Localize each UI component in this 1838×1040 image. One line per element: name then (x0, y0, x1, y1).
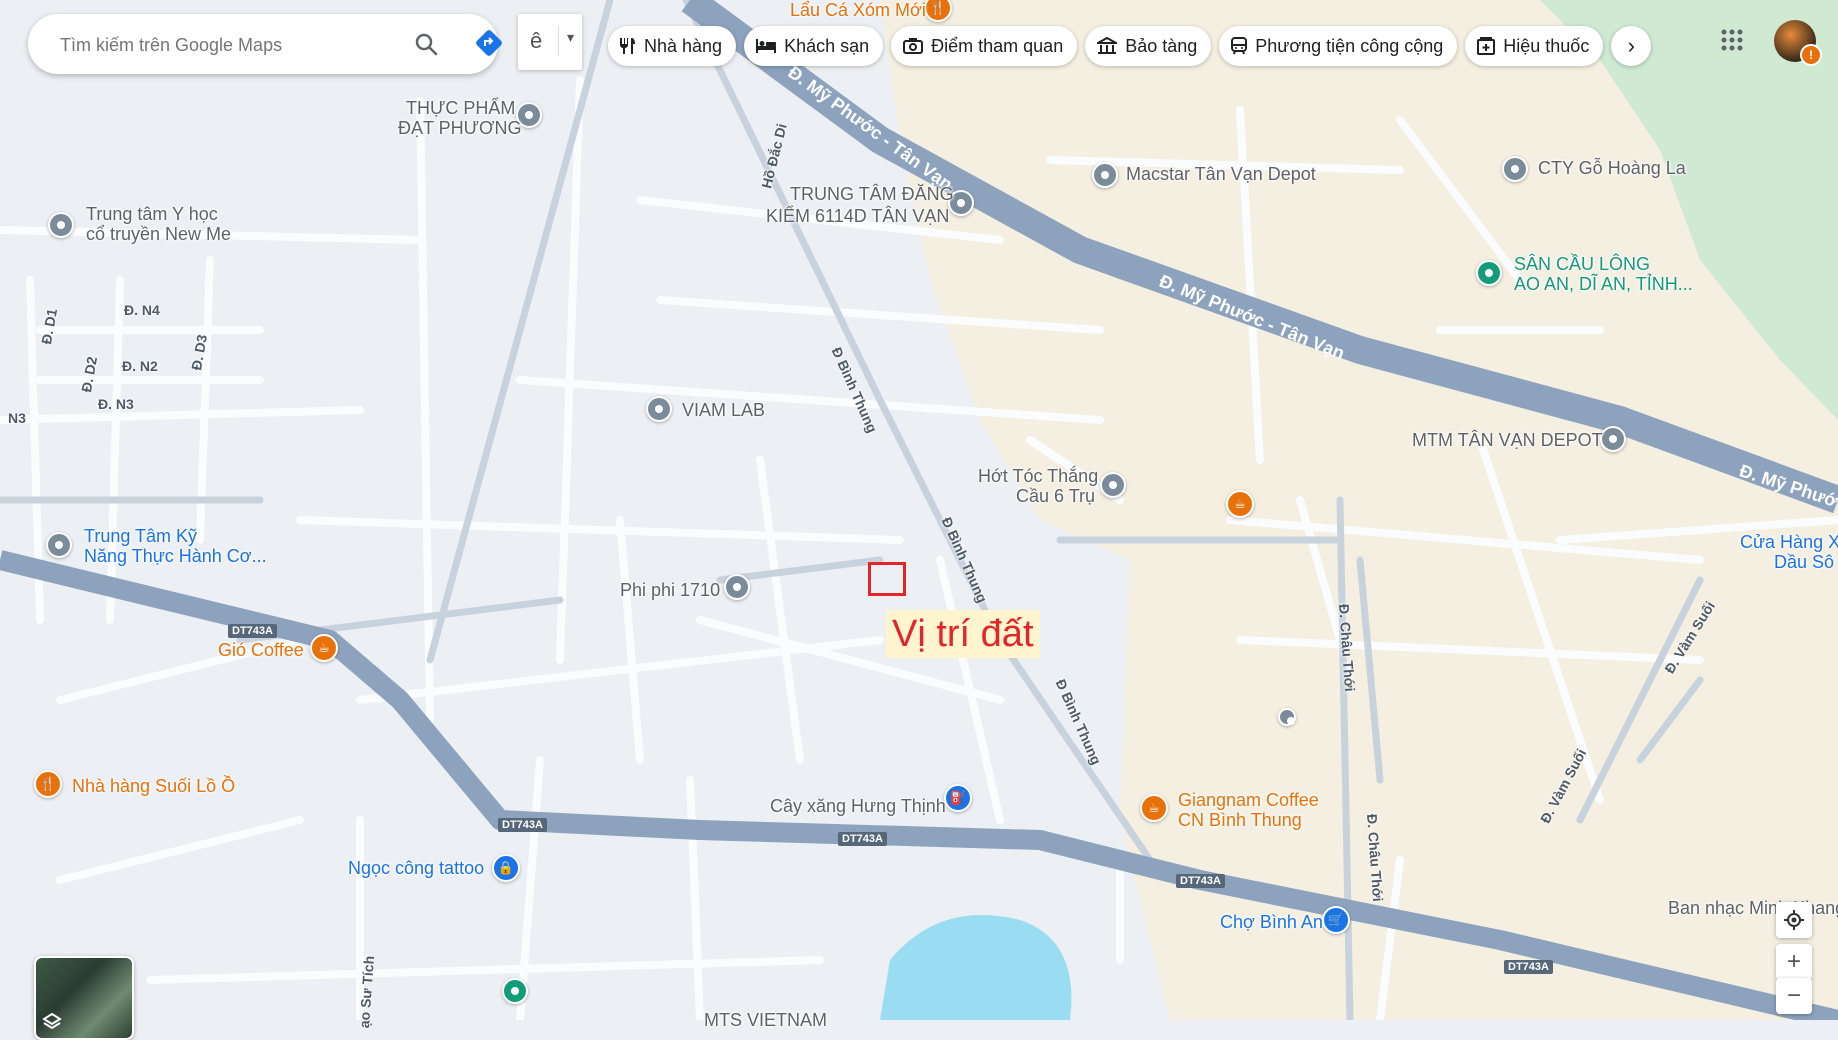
poi-nha-hang-suoi[interactable]: Nhà hàng Suối Lồ Ồ (72, 776, 235, 797)
minus-icon: − (1786, 982, 1801, 1009)
camera-icon (903, 38, 924, 54)
layers-icon (42, 1012, 62, 1030)
route-shield: DT743A (838, 832, 887, 846)
poi-hot-toc-1[interactable]: Hớt Tóc Thắng (978, 466, 1098, 487)
chip-hotels[interactable]: Khách sạn (744, 26, 884, 66)
poi-phi-phi[interactable]: Phi phi 1710 (620, 580, 720, 601)
my-location-button[interactable] (1776, 902, 1812, 938)
chip-label: Bảo tàng (1125, 35, 1198, 56)
street-label-n3: Đ. N3 (98, 396, 134, 412)
route-shield: DT743A (1504, 960, 1553, 974)
poi-y-hoc-1[interactable]: Trung tâm Y học (86, 204, 218, 225)
category-chips: Nhà hàng Khách sạn Điểm tham quan Bảo tà… (608, 26, 1652, 66)
pharmacy-icon (1477, 37, 1496, 55)
chip-restaurants[interactable]: Nhà hàng (608, 26, 737, 66)
input-tools-button[interactable]: ê ▾ (518, 14, 582, 70)
zoom-out-button[interactable]: − (1776, 978, 1812, 1014)
my-location-icon (1784, 910, 1804, 930)
street-label-n2: Đ. N2 (122, 358, 158, 374)
poi-san-cau-long-2[interactable]: AO AN, DĨ AN, TỈNH... (1514, 274, 1693, 295)
poi-thuc-pham-2[interactable]: ĐẠT PHƯƠNG (398, 118, 522, 139)
poi-dang-kiem-1[interactable]: TRUNG TÂM ĐĂNG (790, 184, 954, 205)
museum-icon (1097, 37, 1118, 54)
chevron-down-icon[interactable]: ▾ (558, 26, 574, 56)
transit-icon (1231, 37, 1248, 55)
directions-icon[interactable] (474, 28, 504, 58)
place-pin-icon[interactable] (1092, 162, 1118, 188)
poi-mtm[interactable]: MTM TÂN VẠN DEPOT (1412, 430, 1603, 451)
chip-pharmacy[interactable]: Hiệu thuốc (1465, 26, 1604, 66)
place-pin-icon[interactable] (48, 212, 74, 238)
apps-grid-icon[interactable] (1720, 28, 1744, 57)
bus-stop-icon[interactable] (1278, 708, 1296, 726)
poi-macstar[interactable]: Macstar Tân Vạn Depot (1126, 164, 1316, 185)
poi-cua-hang-2[interactable]: Dầu Sô (1774, 552, 1834, 573)
place-pin-icon[interactable] (46, 532, 72, 558)
chip-label: Phương tiện công cộng (1255, 35, 1444, 56)
street-label-n3-left: N3 (8, 410, 26, 426)
cafe-pin-icon[interactable]: ☕ (1140, 794, 1168, 822)
street-label-n4: Đ. N4 (124, 302, 160, 318)
input-language-glyph: ê (530, 28, 543, 53)
search-box (28, 14, 502, 74)
restaurant-pin-icon[interactable]: 🍴 (34, 770, 62, 798)
chip-label: Nhà hàng (644, 35, 723, 56)
hotel-icon (756, 39, 777, 53)
location-marker-box (868, 562, 906, 596)
shop-pin-icon[interactable]: 🔒 (492, 854, 520, 882)
poi-lau-ca[interactable]: Lẩu Cá Xóm Mới (790, 0, 926, 21)
route-shield: DT743A (1176, 874, 1225, 888)
poi-ban-nhac[interactable]: Ban nhạc Minh Khang (1668, 898, 1838, 919)
place-pin-icon[interactable] (1600, 426, 1626, 452)
plus-icon: + (1786, 948, 1801, 975)
poi-trung-tam-ky-1[interactable]: Trung Tâm Kỹ (84, 526, 197, 547)
chips-next-button[interactable]: › (1611, 26, 1652, 66)
poi-cay-xang[interactable]: Cây xăng Hưng Thịnh (770, 796, 946, 817)
poi-gio-coffee[interactable]: Gió Coffee (218, 640, 304, 661)
poi-giangnam-1[interactable]: Giangnam Coffee (1178, 790, 1319, 811)
chip-attractions[interactable]: Điểm tham quan (891, 26, 1078, 66)
chip-label: Khách sạn (784, 35, 870, 56)
poi-giangnam-2[interactable]: CN Bình Thung (1178, 810, 1302, 831)
place-pin-icon[interactable] (724, 574, 750, 600)
place-pin-icon[interactable] (1100, 472, 1126, 498)
poi-trung-tam-ky-2[interactable]: Năng Thực Hành Cơ... (84, 546, 267, 567)
cafe-pin-icon[interactable]: ☕ (310, 634, 338, 662)
poi-san-cau-long-1[interactable]: SÂN CẦU LÔNG (1514, 254, 1650, 275)
place-pin-icon[interactable] (502, 978, 528, 1004)
location-marker-label: Vị trí đất (886, 610, 1040, 658)
chevron-right-icon: › (1627, 33, 1635, 58)
sports-pin-icon[interactable] (1476, 260, 1502, 286)
chip-transit[interactable]: Phương tiện công cộng (1219, 26, 1458, 66)
poi-cho-binh-an[interactable]: Chợ Bình An (1220, 912, 1323, 933)
restaurant-icon (620, 38, 635, 54)
chip-museums[interactable]: Bảo tàng (1085, 26, 1212, 66)
poi-ngoc-tattoo[interactable]: Ngọc công tattoo (348, 858, 484, 879)
poi-hot-toc-2[interactable]: Cầu 6 Trụ (1016, 486, 1095, 507)
cafe-pin-icon[interactable]: ☕ (1226, 490, 1254, 518)
search-input[interactable] (58, 28, 392, 62)
poi-cty-go[interactable]: CTY Gỗ Hoàng La (1538, 158, 1686, 179)
place-pin-icon[interactable] (646, 396, 672, 422)
alert-icon: ! (1800, 44, 1822, 66)
poi-thuc-pham-1[interactable]: THỰC PHẨM (406, 98, 515, 119)
shopping-cart-pin-icon[interactable]: 🛒 (1322, 906, 1350, 934)
poi-dang-kiem-2[interactable]: KIỂM 6114D TÂN VẠN (766, 206, 949, 227)
gas-station-pin-icon[interactable]: ⛽ (944, 784, 972, 812)
chip-label: Hiệu thuốc (1503, 35, 1590, 56)
search-icon[interactable] (414, 32, 438, 61)
route-shield: DT743A (498, 818, 547, 832)
zoom-in-button[interactable]: + (1776, 944, 1812, 980)
poi-mts-vietnam[interactable]: MTS VIETNAM (704, 1010, 827, 1031)
poi-viam-lab[interactable]: VIAM LAB (682, 400, 765, 421)
layers-button[interactable] (34, 956, 134, 1040)
poi-cua-hang-1[interactable]: Cửa Hàng Xe (1740, 532, 1838, 553)
chip-label: Điểm tham quan (931, 35, 1064, 56)
place-pin-icon[interactable] (1502, 156, 1528, 182)
poi-y-hoc-2[interactable]: cổ truyền New Me (86, 224, 231, 245)
route-shield: DT743A (228, 624, 277, 638)
